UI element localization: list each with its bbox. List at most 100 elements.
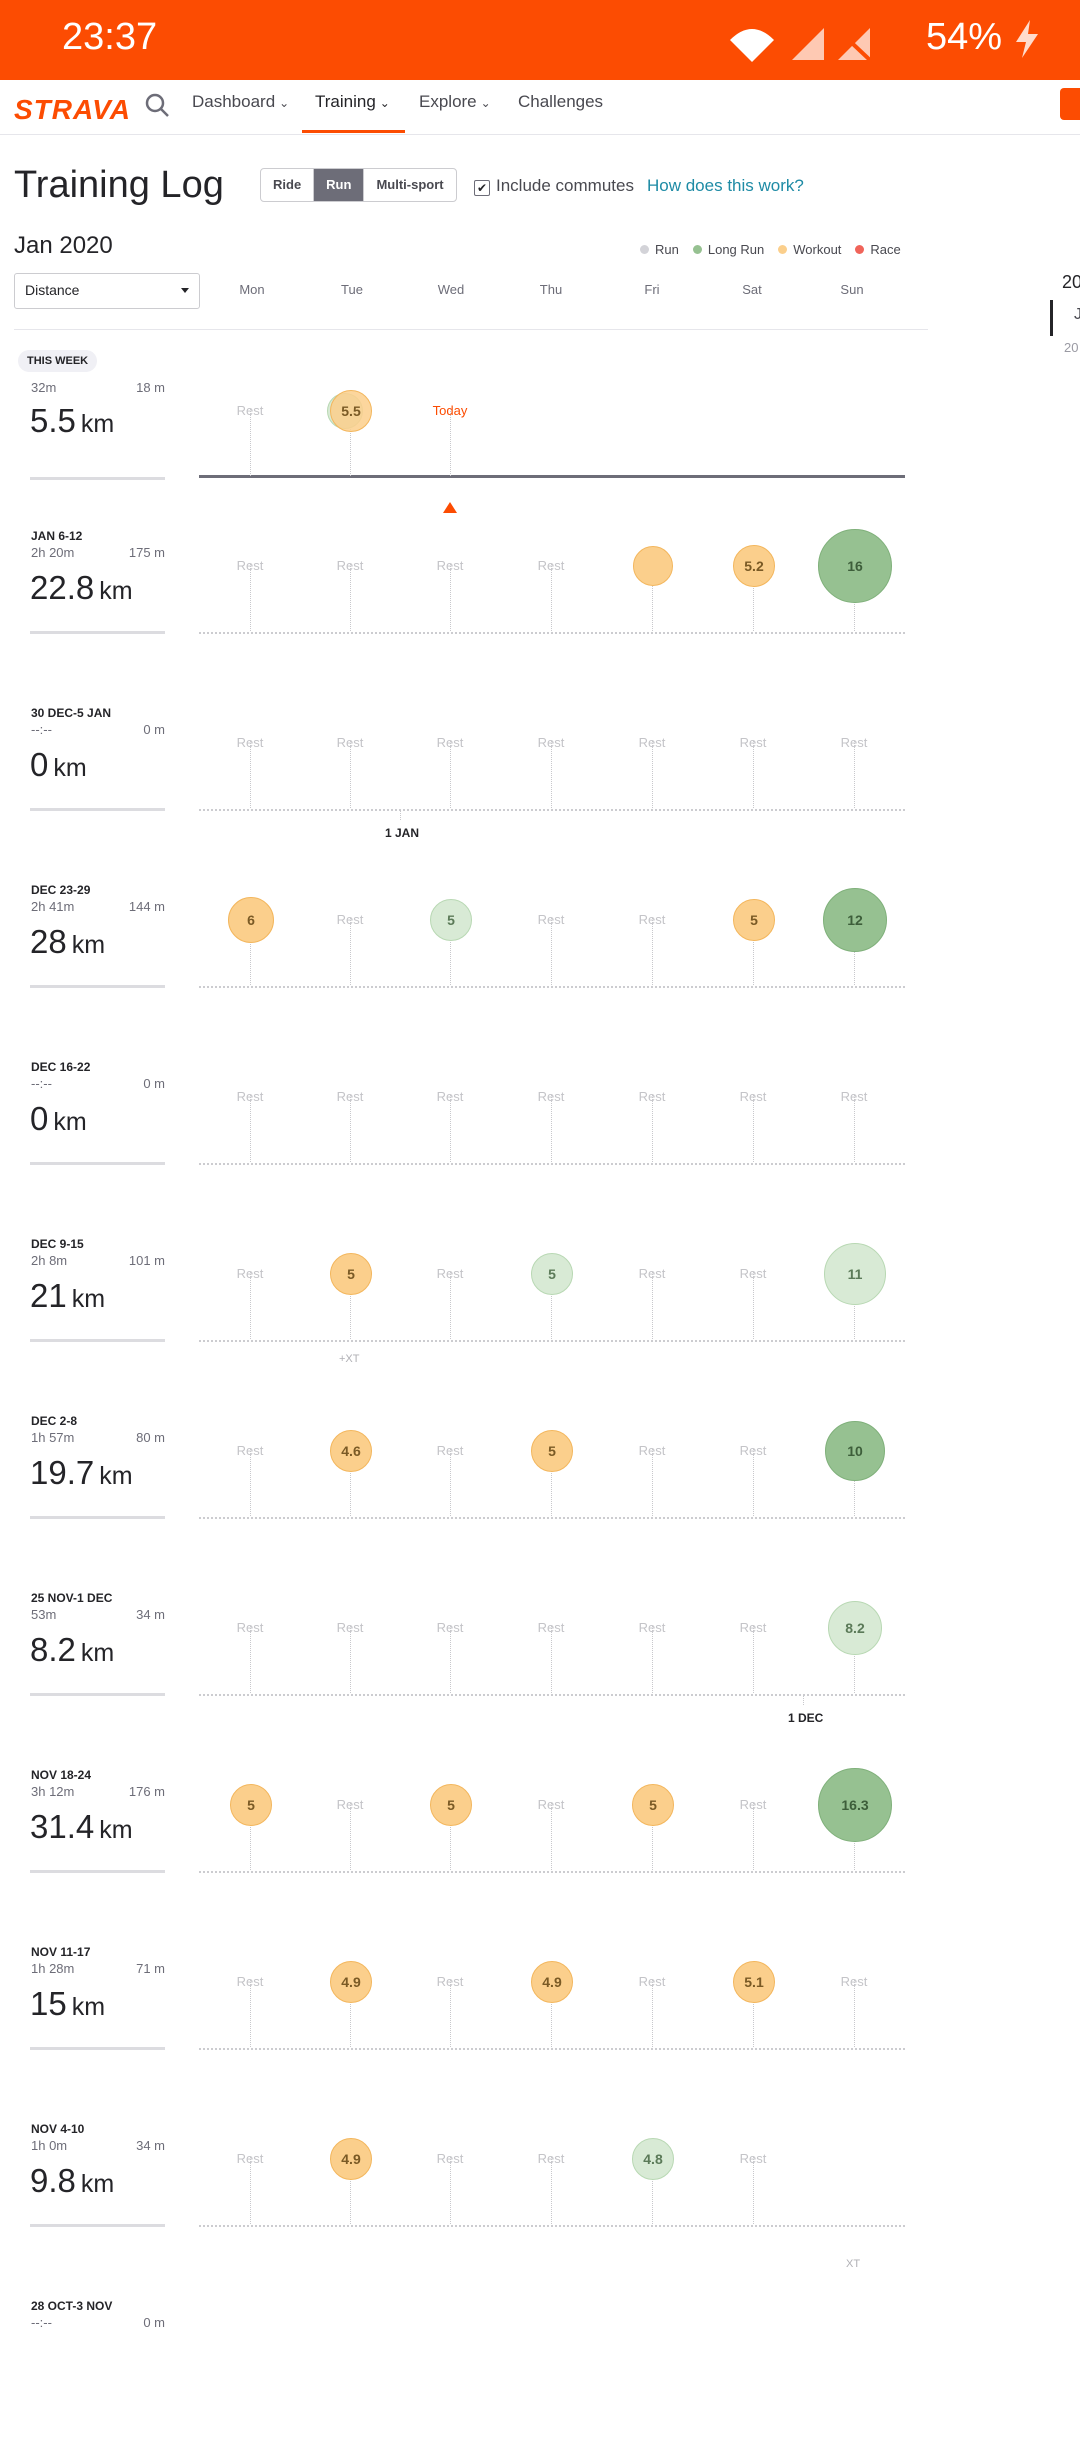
activity-bubble-workout[interactable]: 5 xyxy=(430,1784,472,1826)
nav-training[interactable]: Training ⌄ xyxy=(315,92,390,112)
activity-bubble-workout[interactable]: 5 xyxy=(632,1784,674,1826)
day-header-sat: Sat xyxy=(742,282,762,297)
week-distance-unit: km xyxy=(99,1816,133,1844)
rest-day-label: Rest xyxy=(236,2151,264,2166)
day-stem xyxy=(250,1449,251,1516)
week-time: 3h 12m xyxy=(31,1784,75,1799)
rest-day-label: Rest xyxy=(236,558,264,573)
week-label: DEC 9-15 xyxy=(31,1237,84,1251)
activity-bubble-workout[interactable]: 5.1 xyxy=(733,1961,775,2003)
activity-bubble-workout[interactable]: 5.2 xyxy=(733,545,775,587)
week-distance-value: 21 xyxy=(30,1277,67,1314)
checkbox-checked-icon[interactable]: ✔ xyxy=(474,180,490,196)
how-does-this-work-link[interactable]: How does this work? xyxy=(647,176,804,196)
week-row[interactable]: NOV 4-10 1h 0m 34 m 9.8 km Rest 4.9 Rest Rest 4.8… xyxy=(0,2102,1080,2279)
sport-ride-button[interactable]: Ride xyxy=(261,169,313,201)
week-progress-line xyxy=(30,1516,165,1519)
week-row[interactable]: DEC 2-8 1h 57m 80 m 19.7 km Rest 4.6 Rest 5 Rest R… xyxy=(0,1394,1080,1571)
week-row[interactable]: NOV 11-17 1h 28m 71 m 15 km Rest 4.9 Rest 4.9 Res… xyxy=(0,1925,1080,2102)
rest-day-label: Rest xyxy=(537,2151,565,2166)
activity-bubble-run[interactable]: 5 xyxy=(430,899,472,941)
week-label: 30 DEC-5 JAN xyxy=(31,706,112,720)
activity-bubble-workout[interactable]: 4.9 xyxy=(531,1961,573,2003)
week-row[interactable]: THIS WEEK 32m 18 m 5.5 km Rest 5.5 Today xyxy=(0,332,1080,513)
week-row[interactable]: DEC 23-29 2h 41m 144 m 28 km 6 Rest 5 Rest Rest 5 1… xyxy=(0,863,1080,1040)
nav-dashboard[interactable]: Dashboard ⌄ xyxy=(192,92,289,112)
week-row[interactable]: 30 DEC-5 JAN --:-- 0 m 0 km Rest Rest Rest Rest R… xyxy=(0,686,1080,863)
nav-challenges[interactable]: Challenges xyxy=(518,92,603,112)
week-baseline xyxy=(199,1340,905,1342)
week-baseline xyxy=(199,2225,905,2227)
activity-bubble-workout[interactable]: 5 xyxy=(531,1430,573,1472)
activity-bubble-workout[interactable]: 4.9 xyxy=(330,1961,372,2003)
week-row[interactable]: NOV 18-24 3h 12m 176 m 31.4 km 5 Rest 5 Rest 5 Res… xyxy=(0,1748,1080,1925)
rest-day-label: Rest xyxy=(236,403,264,418)
rest-day-label: Rest xyxy=(236,1620,264,1635)
activity-bubble-run[interactable]: 8.2 xyxy=(828,1601,882,1655)
activity-bubble-workout[interactable]: 5 xyxy=(230,1784,272,1826)
rest-day-label: Rest xyxy=(336,1089,364,1104)
activity-bubble-workout[interactable]: 4.6 xyxy=(330,1430,372,1472)
day-stem xyxy=(450,564,451,631)
activity-bubble-long[interactable]: 10 xyxy=(825,1421,885,1481)
activity-bubble-workout[interactable]: 4.9 xyxy=(330,2138,372,2180)
week-baseline xyxy=(199,986,905,988)
upload-button[interactable] xyxy=(1060,88,1080,120)
activity-bubble-workout[interactable]: 5.5 xyxy=(330,390,372,432)
sport-run-button[interactable]: Run xyxy=(313,169,364,201)
activity-bubble-run[interactable]: 5 xyxy=(531,1253,573,1295)
activity-bubble-workout[interactable]: 5 xyxy=(330,1253,372,1295)
day-stem xyxy=(854,1095,855,1162)
search-icon[interactable] xyxy=(144,92,170,118)
activity-bubble-run[interactable]: 4.8 xyxy=(632,2138,674,2180)
week-time: --:-- xyxy=(31,1076,52,1091)
sport-multisport-button[interactable]: Multi-sport xyxy=(363,169,455,201)
week-row[interactable]: DEC 9-15 2h 8m 101 m 21 km Rest 5 +XT Rest 5 Rest R… xyxy=(0,1217,1080,1394)
day-stem xyxy=(753,1449,754,1516)
activity-bubble-long[interactable]: 16 xyxy=(818,529,892,603)
activity-bubble-workout[interactable]: 6 xyxy=(228,897,274,943)
week-distance-unit: km xyxy=(71,1993,106,2021)
week-distance-value: 9.8 xyxy=(30,2162,76,2199)
week-baseline xyxy=(199,1517,905,1519)
side-month-label[interactable]: J xyxy=(1074,306,1080,324)
activity-bubble-run[interactable]: 11 xyxy=(824,1243,886,1305)
week-progress-line xyxy=(30,1162,165,1165)
week-elevation: 101 m xyxy=(128,1253,165,1268)
include-commutes-checkbox[interactable]: ✔ Include commutes xyxy=(474,176,634,196)
rest-day-label: Rest xyxy=(638,1443,666,1458)
week-distance-value: 0 xyxy=(30,1100,49,1137)
week-row[interactable]: 25 NOV-1 DEC 53m 34 m 8.2 km Rest Rest Rest Rest… xyxy=(0,1571,1080,1748)
week-distance-value: 15 xyxy=(30,1985,67,2022)
activity-bubble-workout[interactable]: 5 xyxy=(733,899,775,941)
week-baseline xyxy=(199,475,905,478)
day-stem xyxy=(450,2157,451,2224)
day-stem xyxy=(652,918,653,985)
day-stem xyxy=(551,1095,552,1162)
legend-label: Race xyxy=(870,242,901,257)
day-stem xyxy=(753,741,754,808)
week-progress-line xyxy=(30,477,165,480)
rest-day-label: Rest xyxy=(638,735,666,750)
week-progress-line xyxy=(30,1870,165,1873)
day-stem xyxy=(350,1626,351,1693)
activity-bubble-long[interactable]: 16.3 xyxy=(818,1768,892,1842)
week-label: DEC 2-8 xyxy=(31,1414,78,1428)
week-elevation: 0 m xyxy=(143,2315,165,2330)
week-row[interactable]: DEC 16-22 --:-- 0 m 0 km Rest Rest Rest Rest Rest… xyxy=(0,1040,1080,1217)
nav-explore[interactable]: Explore ⌄ xyxy=(419,92,491,112)
activity-bubble-long[interactable]: 12 xyxy=(823,888,887,952)
strava-logo[interactable]: STRAVA xyxy=(14,94,131,126)
week-elevation: 176 m xyxy=(128,1784,165,1799)
week-distance-unit: km xyxy=(99,1462,133,1490)
rest-day-label: Rest xyxy=(537,735,565,750)
week-distance: 0 km xyxy=(30,746,87,784)
week-elevation: 175 m xyxy=(128,545,165,560)
week-time: 32m xyxy=(31,380,57,395)
activity-bubble-workout[interactable] xyxy=(633,546,673,586)
side-year-label[interactable]: 20 xyxy=(1062,272,1080,293)
week-row[interactable]: 28 OCT-3 NOV --:-- 0 m xyxy=(0,2279,1080,2456)
metric-select[interactable]: Distance xyxy=(14,273,200,309)
week-distance: 21 km xyxy=(30,1277,105,1315)
week-row[interactable]: JAN 6-12 2h 20m 175 m 22.8 km Rest Rest Rest Res… xyxy=(0,509,1080,686)
